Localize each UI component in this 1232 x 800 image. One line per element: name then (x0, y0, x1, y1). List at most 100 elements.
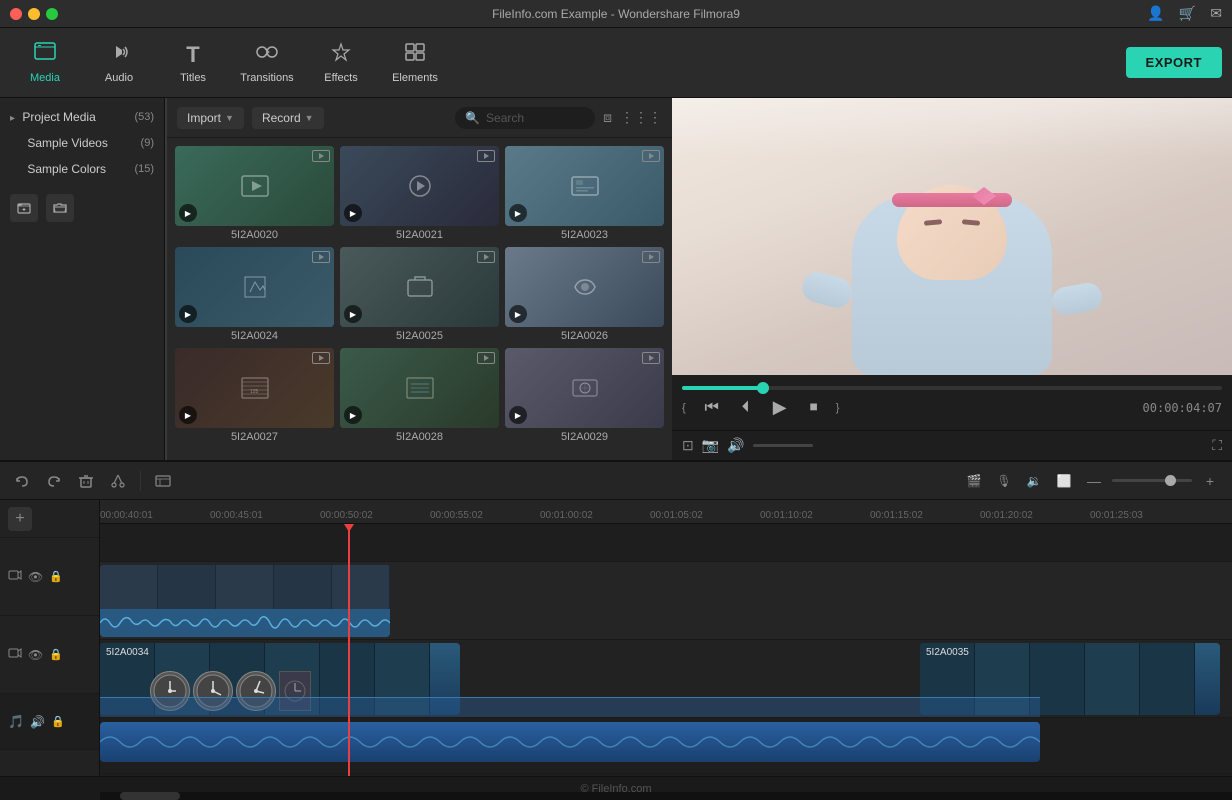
svg-text:125: 125 (249, 389, 258, 395)
subtitle-icon[interactable]: ⬜ (1052, 469, 1076, 493)
horizontal-scrollbar[interactable] (100, 792, 1232, 800)
snapshot-icon[interactable]: 📷 (702, 437, 719, 454)
video-track-2-icon[interactable] (8, 646, 22, 663)
video-track-visibility[interactable]: 👁 (28, 570, 43, 584)
filter-icon[interactable]: ⧈ (603, 109, 612, 126)
video-track-icon[interactable] (8, 568, 22, 585)
progress-handle[interactable] (757, 382, 769, 394)
list-item[interactable]: ▶ 5I2A0021 (340, 146, 499, 241)
list-item[interactable]: ▶ 5I2A0024 (175, 247, 334, 342)
list-item[interactable]: ▶ 5I2A0023 (505, 146, 664, 241)
import-button[interactable]: Import ▼ (177, 107, 244, 129)
microphone-icon[interactable]: 🎙 (992, 469, 1016, 493)
audio-overlay-bar (100, 697, 1040, 717)
clip-properties-button[interactable] (151, 469, 175, 493)
audio-track-lock[interactable]: 🔒 (51, 715, 65, 728)
minimize-button[interactable] (28, 8, 40, 20)
scrollbar-thumb[interactable] (120, 792, 180, 800)
play-indicator: ▶ (179, 305, 197, 323)
playback-buttons: { ⏮ ⏴ ▶ ⏹ } 00:00:04:07 (682, 396, 1222, 420)
fullscreen-icon[interactable]: ⛶ (1212, 437, 1222, 454)
voiceover-icon[interactable]: 🔉 (1022, 469, 1046, 493)
play-indicator: ▶ (344, 204, 362, 222)
music-clip[interactable] (100, 722, 1040, 762)
rewind-button[interactable]: ⏮ (700, 396, 724, 420)
timeline-right-tools: 🎬 🎙 🔉 ⬜ — + (962, 469, 1222, 493)
cut-button[interactable] (106, 469, 130, 493)
mail-icon[interactable]: ✉ (1210, 5, 1222, 22)
list-item[interactable]: ▶ 5I2A0025 (340, 247, 499, 342)
audio-track-icon[interactable]: 🎵 (8, 714, 24, 730)
tab-elements[interactable]: Elements (380, 33, 450, 93)
cart-icon[interactable]: 🛒 (1179, 5, 1196, 22)
playback-controls-area: { ⏮ ⏴ ▶ ⏹ } 00:00:04:07 (672, 375, 1232, 430)
tab-titles[interactable]: T Titles (158, 33, 228, 93)
media-browser: Import ▼ Record ▼ 🔍 ⧈ ⋮⋮⋮ (167, 98, 672, 460)
audio-track-visibility[interactable]: 🔊 (30, 715, 45, 729)
titles-icon: T (186, 42, 199, 68)
grid-view-icon[interactable]: ⋮⋮⋮ (620, 109, 662, 126)
preview-tools: ⊡ 📷 🔊 ⛶ (672, 430, 1232, 460)
list-item[interactable]: ▶ 5I2A0028 (340, 348, 499, 443)
undo-button[interactable] (10, 469, 34, 493)
media-item-label: 5I2A0023 (505, 229, 664, 241)
volume-icon[interactable]: 🔊 (727, 437, 744, 454)
zoom-out-icon[interactable]: — (1082, 469, 1106, 493)
tab-titles-label: Titles (180, 72, 206, 84)
search-input[interactable] (486, 111, 576, 125)
video-indicator (642, 150, 660, 162)
video-indicator (312, 251, 330, 263)
track-side-controls: + 👁 🔒 (0, 500, 100, 776)
export-button[interactable]: EXPORT (1126, 47, 1222, 78)
close-button[interactable] (10, 8, 22, 20)
step-back-button[interactable]: ⏴ (734, 396, 758, 420)
sample-colors-item[interactable]: Sample Colors (15) (0, 156, 164, 182)
ruler-mark: 00:01:10:02 (760, 510, 813, 521)
sample-videos-count: (9) (141, 137, 154, 149)
sample-videos-item[interactable]: Sample Videos (9) (0, 130, 164, 156)
zoom-slider[interactable] (1112, 479, 1192, 482)
tab-elements-label: Elements (392, 72, 438, 84)
play-button[interactable]: ▶ (768, 396, 792, 420)
list-item[interactable]: ▶ 5I2A0026 (505, 247, 664, 342)
tab-transitions[interactable]: Transitions (232, 33, 302, 93)
delete-button[interactable] (74, 469, 98, 493)
tab-media[interactable]: Media (10, 33, 80, 93)
progress-bar[interactable] (682, 386, 1222, 390)
video-track-2-lock[interactable]: 🔒 (49, 648, 63, 661)
video-indicator (312, 150, 330, 162)
add-track-button[interactable]: + (8, 507, 32, 531)
record-button[interactable]: Record ▼ (252, 107, 324, 129)
main-toolbar: Media Audio T Titles Transitions (0, 28, 1232, 98)
list-item[interactable]: ▶ 5I2A0020 (175, 146, 334, 241)
open-folder-button[interactable] (46, 194, 74, 222)
video-clip-1[interactable] (100, 565, 390, 637)
media-thumbnail: ▶ (340, 348, 499, 428)
zoom-in-icon[interactable]: + (1198, 469, 1222, 493)
project-media-item[interactable]: ▸ Project Media (53) (0, 104, 164, 130)
video-indicator (477, 150, 495, 162)
video-track-2-visibility[interactable]: 👁 (28, 648, 43, 662)
tracks-content: 5I2A0034 (100, 524, 1232, 776)
tab-media-label: Media (30, 72, 60, 84)
list-item[interactable]: ▶ 5I2A0029 (505, 348, 664, 443)
timeline-area: 🎬 🎙 🔉 ⬜ — + + (0, 460, 1232, 800)
video-track-lock[interactable]: 🔒 (49, 570, 63, 583)
list-item[interactable]: 125 ▶ 5I2A0027 (175, 348, 334, 443)
audio-track-label: 🎵 🔊 🔒 (0, 694, 99, 750)
record-chevron: ▼ (305, 113, 314, 123)
scene-detection-icon[interactable]: 🎬 (962, 469, 986, 493)
new-folder-button[interactable] (10, 194, 38, 222)
redo-button[interactable] (42, 469, 66, 493)
tab-audio[interactable]: Audio (84, 33, 154, 93)
user-icon[interactable]: 👤 (1147, 5, 1164, 22)
stop-button[interactable]: ⏹ (802, 396, 826, 420)
maximize-button[interactable] (46, 8, 58, 20)
audio-icon (108, 42, 130, 68)
pip-icon[interactable]: ⊡ (682, 437, 694, 454)
tab-effects[interactable]: Effects (306, 33, 376, 93)
volume-slider[interactable] (753, 444, 813, 447)
ruler-mark: 00:01:20:02 (980, 510, 1033, 521)
media-thumbnail: ▶ (175, 146, 334, 226)
toolbar-separator (140, 471, 141, 491)
